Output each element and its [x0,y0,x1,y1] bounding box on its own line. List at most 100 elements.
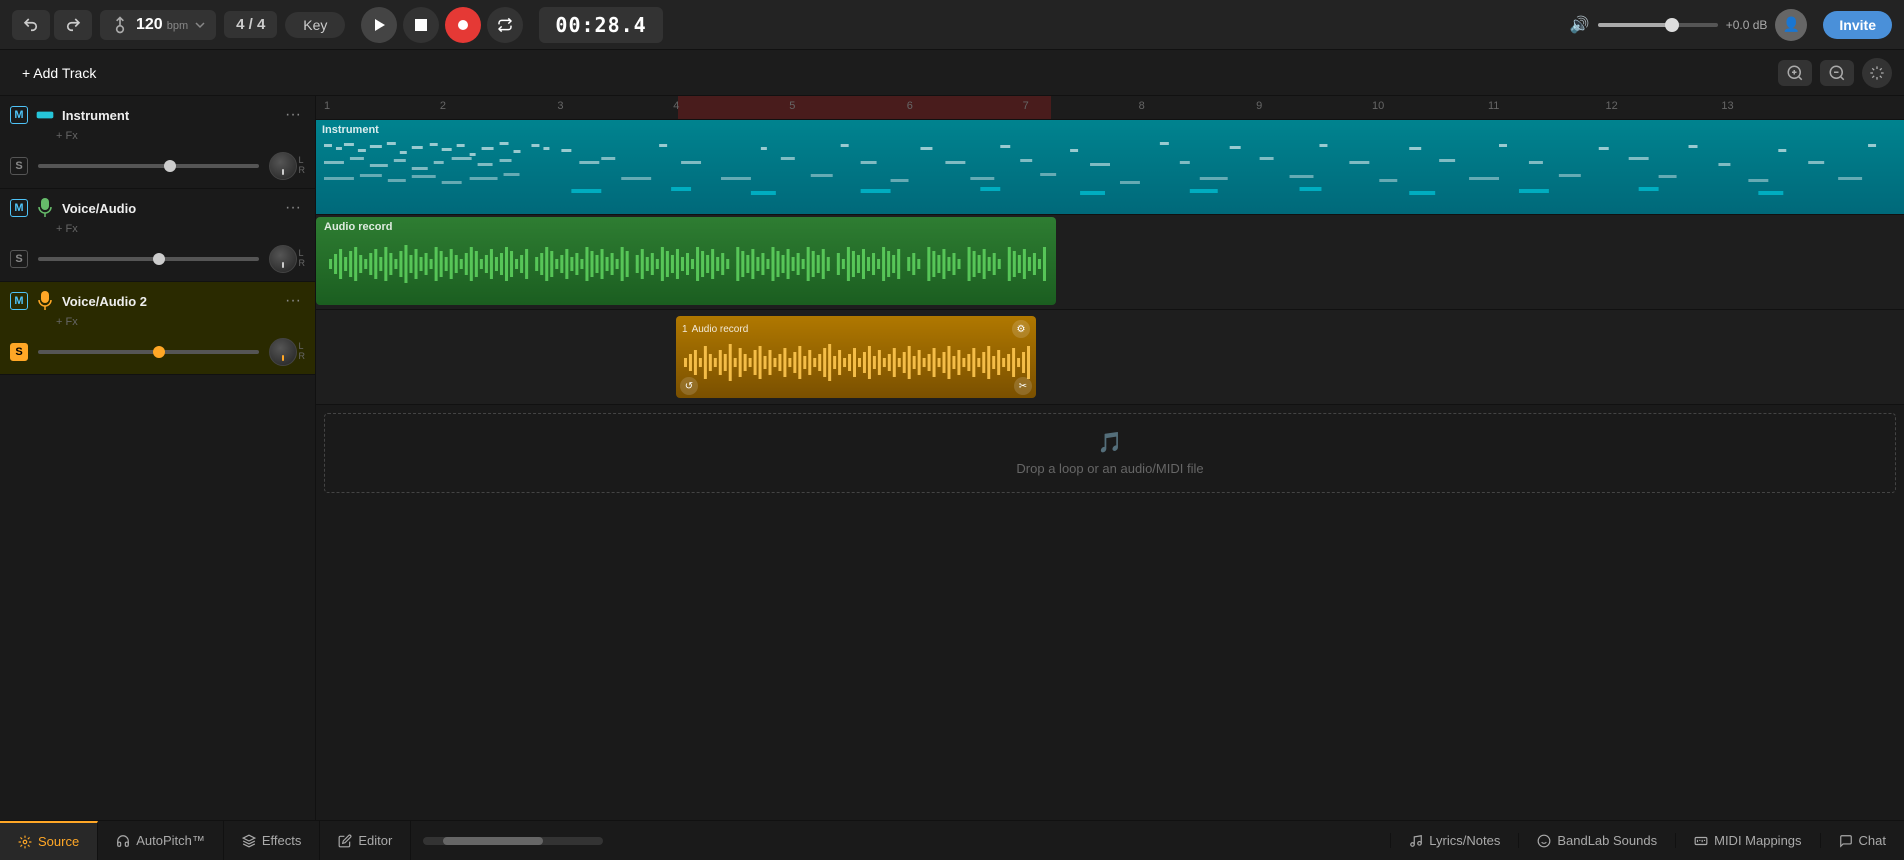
audio-green-clip-label: Audio record [324,221,1048,233]
lyrics-button[interactable]: Lyrics/Notes [1390,833,1518,848]
track-list: M Instrument ··· + Fx S LR [0,96,316,820]
midi-mappings-icon [1694,834,1708,848]
scrollbar-area [411,837,1390,845]
zoom-in-button[interactable] [1778,60,1812,86]
ruler-mark-6: 6 [907,96,913,112]
stop-button[interactable] [403,7,439,43]
voice-audio2-lane[interactable]: 1 Audio record ⚙ [316,310,1904,405]
midi-pattern [322,139,1898,199]
track-icon-instrument [34,104,56,126]
lr-label-voice-audio: LR [299,249,306,269]
undo-redo-group [12,10,92,40]
ruler-mark-13: 13 [1721,96,1733,112]
volume-slider-thumb [1665,18,1679,32]
effects-button[interactable]: Effects [224,821,321,860]
track-solo-voice-audio[interactable]: S [10,250,28,268]
track-name-instrument: Instrument [62,108,281,123]
loop-button[interactable] [487,7,523,43]
redo-button[interactable] [54,10,92,40]
snap-button[interactable] [1862,58,1892,88]
tracks-area: Instrument [316,120,1904,820]
volume-section: 🔊 +0.0 dB [1570,15,1768,35]
track-pan-instrument[interactable] [269,152,297,180]
track-volume-instrument[interactable] [38,164,259,168]
playhead-region [678,96,1051,119]
voice-audio-lane[interactable]: Audio record [316,215,1904,310]
track-pan-voice-audio2[interactable] [269,338,297,366]
ruler-mark-7: 7 [1023,96,1029,112]
track-header-voice-audio: M Voice/Audio ··· [0,189,315,223]
track-menu-instrument[interactable]: ··· [281,106,305,124]
second-toolbar: + Add Track [0,50,1904,96]
audio-green-clip[interactable]: Audio record [316,217,1056,305]
track-volume-thumb-voice-audio [153,253,165,265]
bottom-right-group: Lyrics/Notes BandLab Sounds MIDI Mapping… [1390,833,1904,848]
add-track-button[interactable]: + Add Track [12,59,106,87]
editor-button[interactable]: Editor [320,821,411,860]
drop-zone-icon: 🎵 [1098,430,1123,455]
track-name-voice-audio: Voice/Audio [62,201,281,216]
zoom-out-button[interactable] [1820,60,1854,86]
user-avatar[interactable]: 👤 [1775,9,1807,41]
track-mute-voice-audio[interactable]: M [10,199,28,217]
tempo-section[interactable]: 120 bpm [100,10,216,40]
source-icon [18,835,32,849]
track-icon-voice-audio [34,197,56,219]
drop-zone-container: 🎵 Drop a loop or an audio/MIDI file [316,405,1904,501]
track-solo-voice-audio2[interactable]: S [10,343,28,361]
clip-settings-btn[interactable]: ⚙ [1012,320,1030,338]
db-label: +0.0 dB [1726,18,1768,32]
track-menu-voice-audio2[interactable]: ··· [281,292,305,310]
track-volume-thumb-instrument [164,160,176,172]
undo-button[interactable] [12,10,50,40]
autopitch-button[interactable]: AutoPitch™ [98,821,224,860]
track-fx-instrument[interactable]: + Fx [0,130,315,148]
track-mute-voice-audio2[interactable]: M [10,292,28,310]
invite-button[interactable]: Invite [1823,11,1892,39]
track-pan-voice-audio[interactable] [269,245,297,273]
lr-label-instrument: LR [299,156,306,176]
ruler-mark-3: 3 [557,96,563,112]
record-button[interactable] [445,7,481,43]
volume-slider[interactable] [1598,23,1718,27]
track-mute-instrument[interactable]: M [10,106,28,124]
track-header-instrument: M Instrument ··· [0,96,315,130]
track-menu-voice-audio[interactable]: ··· [281,199,305,217]
instrument-clip-label: Instrument [322,124,1898,136]
track-pan-indicator-voice-audio [282,262,284,268]
track-solo-instrument[interactable]: S [10,157,28,175]
track-controls-voice-audio2: S LR [0,334,315,374]
bandlab-sounds-button[interactable]: BandLab Sounds [1518,833,1675,848]
source-button[interactable]: Source [0,821,98,860]
clip-loop-btn[interactable]: ↺ [680,377,698,395]
lyrics-icon [1409,834,1423,848]
editor-icon [338,834,352,848]
transport-group [361,7,523,43]
green-waveform [324,236,1048,291]
lr-label-voice-audio2: LR [299,342,306,362]
track-fx-voice-audio[interactable]: + Fx [0,223,315,241]
bottom-toolbar: Source AutoPitch™ Effects Editor Lyrics/ [0,820,1904,860]
midi-mappings-button[interactable]: MIDI Mappings [1675,833,1819,848]
clip-split-btn[interactable]: ✂ [1014,377,1032,395]
chat-button[interactable]: Chat [1820,833,1904,848]
main-content: M Instrument ··· + Fx S LR [0,96,1904,820]
track-volume-voice-audio[interactable] [38,257,259,261]
ruler-marks: 1 2 3 4 5 6 7 8 9 10 11 12 13 [316,96,1904,119]
tempo-unit: bpm [167,20,188,32]
track-fx-voice-audio2[interactable]: + Fx [0,316,315,334]
instrument-clip[interactable]: Instrument [316,120,1904,214]
time-signature[interactable]: 4 / 4 [224,11,277,38]
audio-orange-clip[interactable]: 1 Audio record ⚙ [676,316,1036,398]
track-volume-voice-audio2[interactable] [38,350,259,354]
drop-zone[interactable]: 🎵 Drop a loop or an audio/MIDI file [324,413,1896,493]
audio-orange-clip-num-label: 1 Audio record [682,324,748,335]
timeline-ruler[interactable]: 1 2 3 4 5 6 7 8 9 10 11 12 13 [316,96,1904,120]
key-button[interactable]: Key [285,12,345,38]
track-item-voice-audio: M Voice/Audio ··· + Fx S LR [0,189,315,282]
play-button[interactable] [361,7,397,43]
horizontal-scrollbar[interactable] [423,837,603,845]
instrument-lane[interactable]: Instrument [316,120,1904,215]
track-item-voice-audio2: M Voice/Audio 2 ··· + Fx S LR [0,282,315,375]
audio-orange-clip-header: 1 Audio record ⚙ [682,320,1030,338]
